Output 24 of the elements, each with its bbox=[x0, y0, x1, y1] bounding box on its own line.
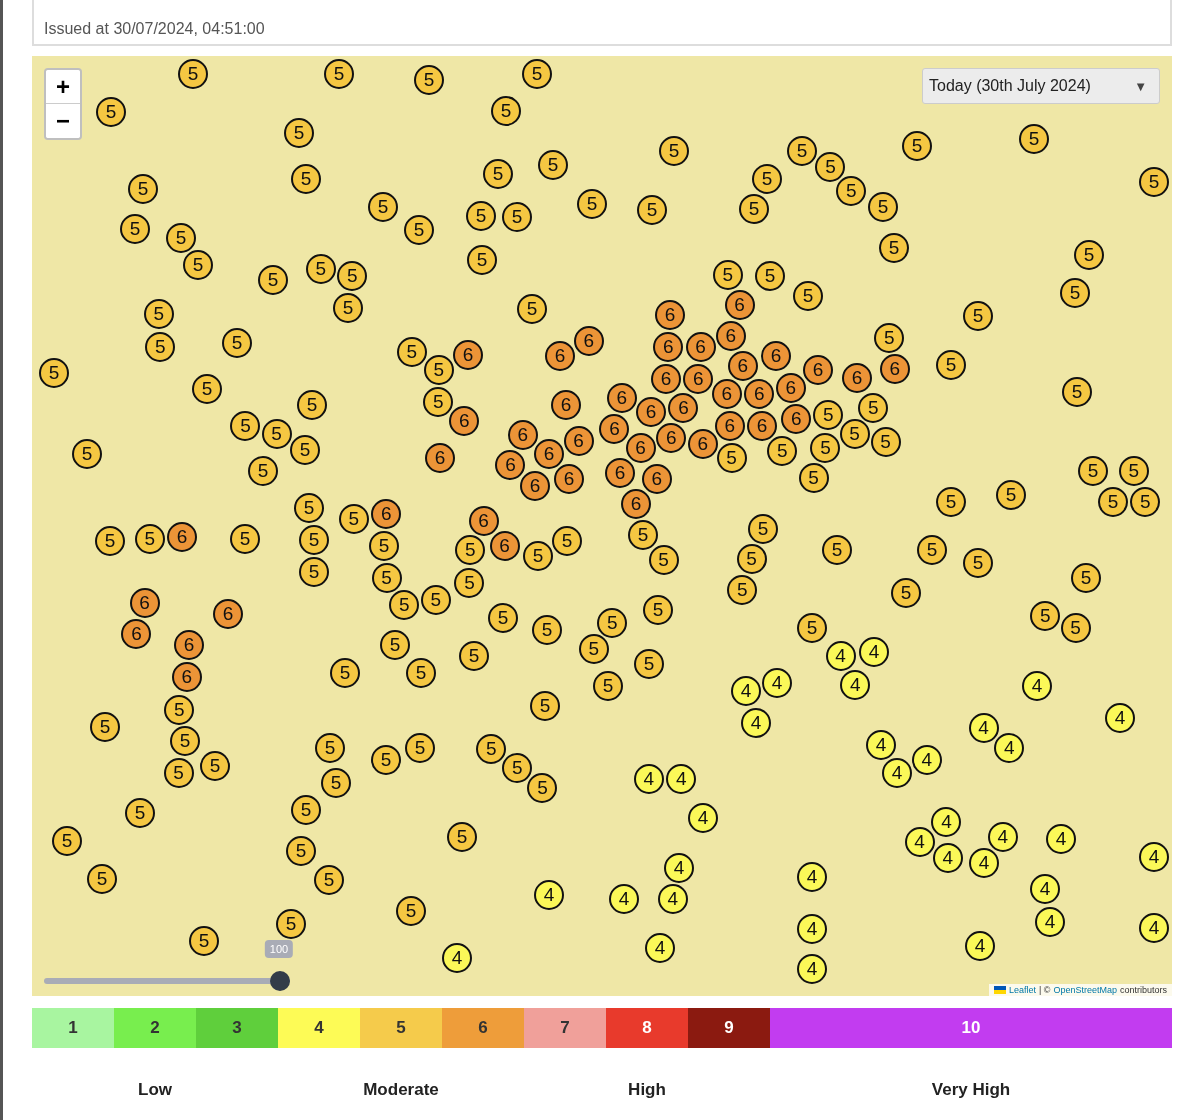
band-label: Low bbox=[137, 1080, 173, 1100]
attribution-text: contributors bbox=[1119, 985, 1167, 995]
band-label: Moderate bbox=[362, 1080, 440, 1100]
legend-level: 5 bbox=[360, 1008, 442, 1048]
opacity-slider[interactable] bbox=[44, 971, 290, 991]
legend-level: 3 bbox=[196, 1008, 278, 1048]
legend-level: 10 bbox=[770, 1008, 1172, 1048]
legend-level: 2 bbox=[114, 1008, 196, 1048]
legend-level: 1 bbox=[32, 1008, 114, 1048]
legend-level: 4 bbox=[278, 1008, 360, 1048]
band-label: Very High bbox=[930, 1080, 1012, 1100]
openstreetmap-link[interactable]: OpenStreetMap bbox=[1053, 985, 1117, 995]
zoom-in-button[interactable]: + bbox=[46, 70, 80, 104]
leaflet-link[interactable]: Leaflet bbox=[1008, 985, 1036, 995]
attribution-separator: | © bbox=[1038, 985, 1051, 995]
slider-tooltip: 100 bbox=[264, 940, 294, 958]
legend-level: 9 bbox=[688, 1008, 770, 1048]
flag-icon bbox=[993, 986, 1006, 994]
legend-level: 6 bbox=[442, 1008, 524, 1048]
band-label: High bbox=[627, 1080, 667, 1100]
issued-time: Issued at 30/07/2024, 04:51:00 bbox=[44, 20, 265, 38]
day-select[interactable]: Today (30th July 2024) ▼ bbox=[922, 68, 1160, 104]
legend-level: 7 bbox=[524, 1008, 606, 1048]
legend-level: 8 bbox=[606, 1008, 688, 1048]
